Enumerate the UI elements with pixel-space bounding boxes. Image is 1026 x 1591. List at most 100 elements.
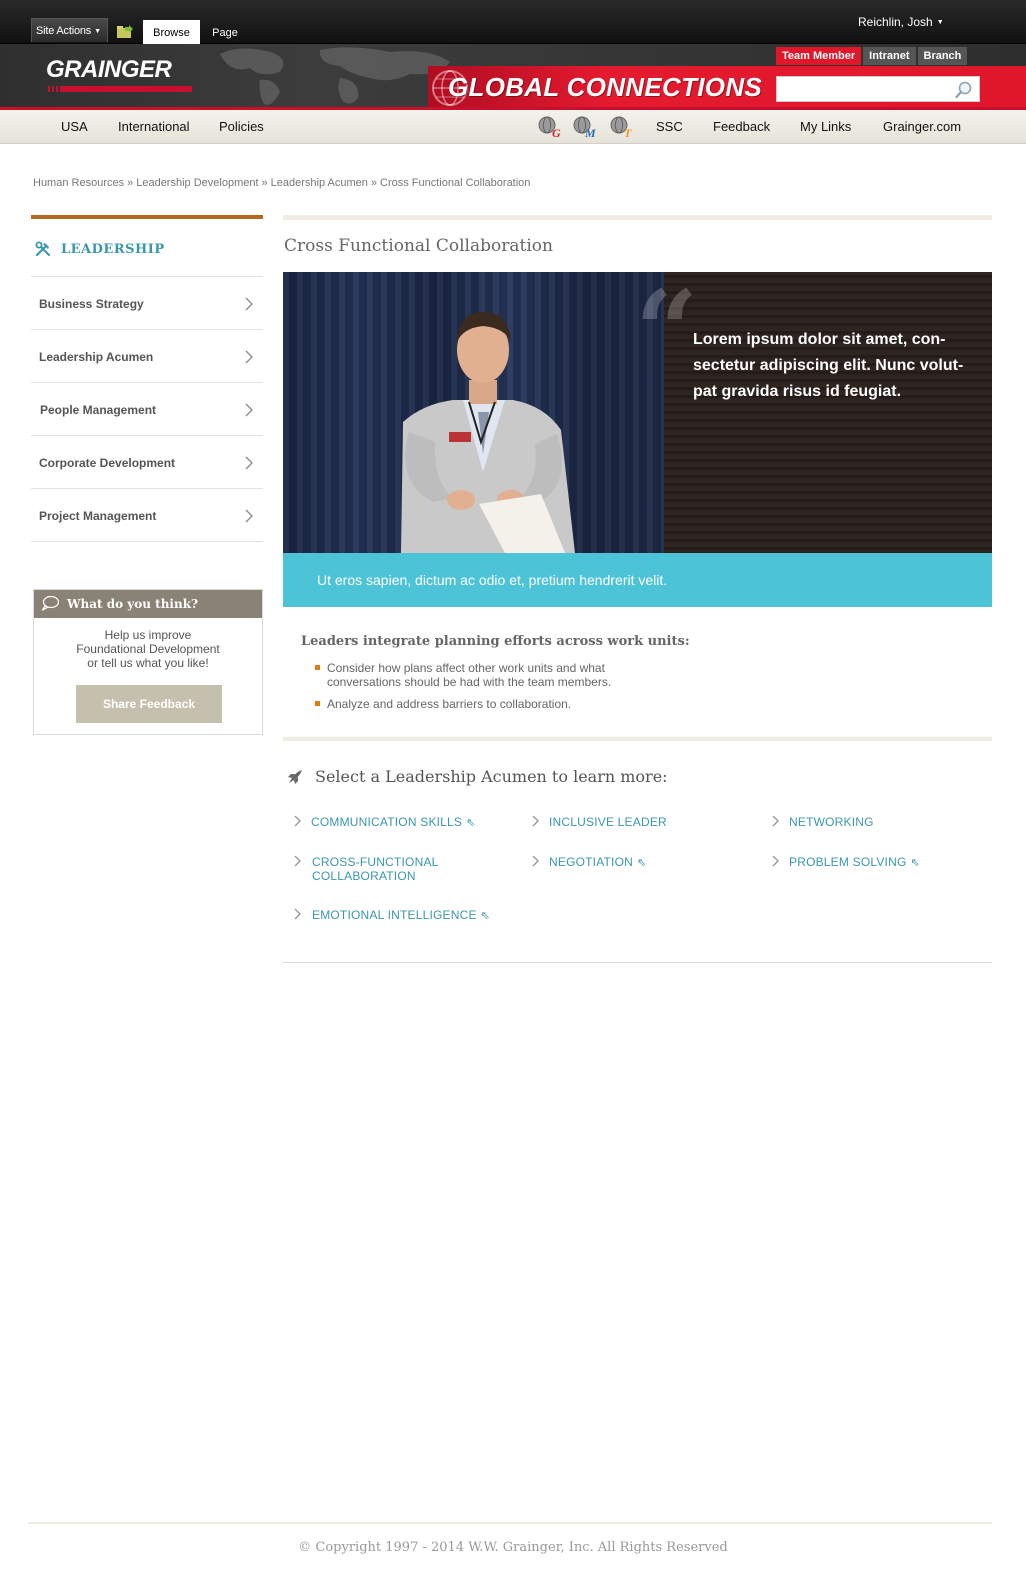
tab-team-member[interactable]: Team Member [776,47,862,65]
sidebar-item-leadership-acumen[interactable]: Leadership Acumen [31,330,263,383]
chevron-right-icon [294,815,301,827]
navigate-up-folder-icon[interactable] [117,25,133,38]
globe-g-icon[interactable]: G [537,115,563,139]
sharepoint-ribbon: Site Actions ▼ Browse Page Reichlin, Josh… [0,0,1026,44]
nav-international[interactable]: International [118,119,190,134]
acumen-link-problem-solving[interactable]: PROBLEM SOLVING ⇖ [789,855,920,870]
nav-ssc[interactable]: SSC [656,119,683,134]
search-input[interactable] [776,76,980,102]
acumen-link-label: COMMUNICATION SKILLS [311,815,463,829]
feedback-text: Help us improve Foundational Development… [34,628,262,670]
sidebar-item-label: Business Strategy [39,297,144,311]
nav-policies[interactable]: Policies [219,119,264,134]
grainger-logo[interactable]: GRAINGER [46,56,196,94]
chevron-down-icon: ▼ [936,19,944,26]
chevron-right-icon [294,908,301,920]
page-title: Cross Functional Collaboration [284,236,553,256]
svg-text:M: M [584,126,596,139]
sidebar-item-label: Corporate Development [39,456,176,470]
globe-t-icon[interactable]: T [609,115,635,139]
svg-text:G: G [552,126,561,139]
acumen-link-label: PROBLEM SOLVING [789,855,907,869]
acumen-link-cross-functional-collaboration[interactable]: CROSS-FUNCTIONAL COLLABORATION [312,855,439,883]
feedback-widget: What do you think? Help us improve Found… [33,589,263,735]
external-link-icon: ⇖ [910,857,920,869]
tab-branch[interactable]: Branch [917,47,968,65]
feedback-line: Help us improve [104,628,192,642]
chevron-right-icon [532,815,539,827]
chevron-right-icon [245,456,253,470]
acumen-link-communication-skills[interactable]: COMMUNICATION SKILLS ⇖ [311,815,476,830]
nav-grainger-com[interactable]: Grainger.com [883,119,961,134]
site-actions-label: Site Actions [36,25,92,37]
globe-m-icon[interactable]: M [572,115,598,139]
breadcrumb-separator: » [261,177,268,189]
breadcrumb-link[interactable]: Leadership Development [136,177,258,189]
speech-bubble-icon [41,595,59,611]
share-feedback-button[interactable]: Share Feedback [76,685,222,723]
acumen-link-negotiation[interactable]: NEGOTIATION ⇖ [549,855,646,870]
tab-intranet[interactable]: Intranet [863,47,916,65]
chevron-right-icon [245,297,253,311]
list-item: Analyze and address barriers to collabor… [315,697,655,711]
acumen-link-label: COLLABORATION [312,869,416,883]
acumen-link-networking[interactable]: NETWORKING [789,815,874,829]
sidebar-item-label: People Management [40,403,157,417]
logo-bar [62,86,192,92]
section-divider [283,737,992,741]
nav-my-links[interactable]: My Links [800,119,851,134]
content-end-divider [283,962,992,963]
sidebar-item-project-management[interactable]: Project Management [31,489,263,542]
chevron-right-icon [245,509,253,523]
primary-nav: USA International Policies G M T SSC Fee… [0,110,1026,144]
external-link-icon: ⇖ [466,817,476,829]
feedback-line: or tell us what you like! [87,656,209,670]
tab-browse[interactable]: Browse [143,20,200,44]
user-name: Reichlin, Josh [858,15,933,29]
footer-copyright: © Copyright 1997 - 2014 W.W. Grainger, I… [298,1540,728,1555]
logo-stripes [48,86,62,92]
sidebar-item-business-strategy[interactable]: Business Strategy [31,277,263,330]
site-header: GRAINGER GLOBAL CONNECTIONS Team Member … [0,44,1026,110]
feedback-title: What do you think? [67,597,199,611]
sidebar-header: LEADERSHIP [31,219,263,277]
sidebar-item-label: Leadership Acumen [39,350,154,364]
search-icon[interactable] [955,81,973,99]
sidebar-item-people-management[interactable]: People Management [31,383,263,436]
sidebar-item-corporate-development[interactable]: Corporate Development [31,436,263,489]
site-actions-menu[interactable]: Site Actions ▼ [31,18,108,42]
feedback-line: Foundational Development [76,642,220,656]
breadcrumb-separator: » [127,177,134,189]
hero-caption: Ut eros sapien, dictum ac odio et, preti… [283,553,992,607]
nav-usa[interactable]: USA [61,119,88,134]
list-item: Consider how plans affect other work uni… [315,661,655,689]
acumen-select-title: Select a Leadership Acumen to learn more… [315,767,668,786]
acumen-link-label: CROSS-FUNCTIONAL [312,855,439,869]
audience-tabs: Team Member Intranet Branch [776,47,968,65]
chevron-right-icon [245,403,253,417]
acumen-link-emotional-intelligence[interactable]: EMOTIONAL INTELLIGENCE ⇖ [312,908,490,923]
feedback-header: What do you think? [34,590,262,618]
acumen-link-label: INCLUSIVE LEADER [549,815,667,829]
footer-rule [28,1522,992,1524]
chevron-right-icon [772,815,779,827]
quote-mark-icon: “ [635,272,699,395]
acumen-link-inclusive-leader[interactable]: INCLUSIVE LEADER [549,815,667,829]
tab-page[interactable]: Page [203,20,247,44]
grainger-logo-text: GRAINGER [46,56,172,83]
external-link-icon: ⇖ [480,910,491,922]
points-heading: Leaders integrate planning efforts acros… [301,634,690,649]
global-connections-title: GLOBAL CONNECTIONS [448,72,763,102]
chevron-down-icon: ▼ [94,28,101,35]
sidebar-item-label: Project Management [39,509,157,523]
hero-photo [283,272,664,553]
breadcrumb-link[interactable]: Leadership Acumen [271,177,368,189]
chevron-right-icon [294,855,301,867]
user-menu[interactable]: Reichlin, Josh ▼ [858,15,944,29]
hero-caption-text: Ut eros sapien, dictum ac odio et, preti… [317,572,668,588]
rocket-icon [288,770,302,784]
left-sidebar: LEADERSHIP Business Strategy Leadership … [31,215,263,542]
breadcrumb-link[interactable]: Human Resources [33,177,124,189]
nav-feedback[interactable]: Feedback [713,119,770,134]
sidebar-title: LEADERSHIP [61,242,165,257]
